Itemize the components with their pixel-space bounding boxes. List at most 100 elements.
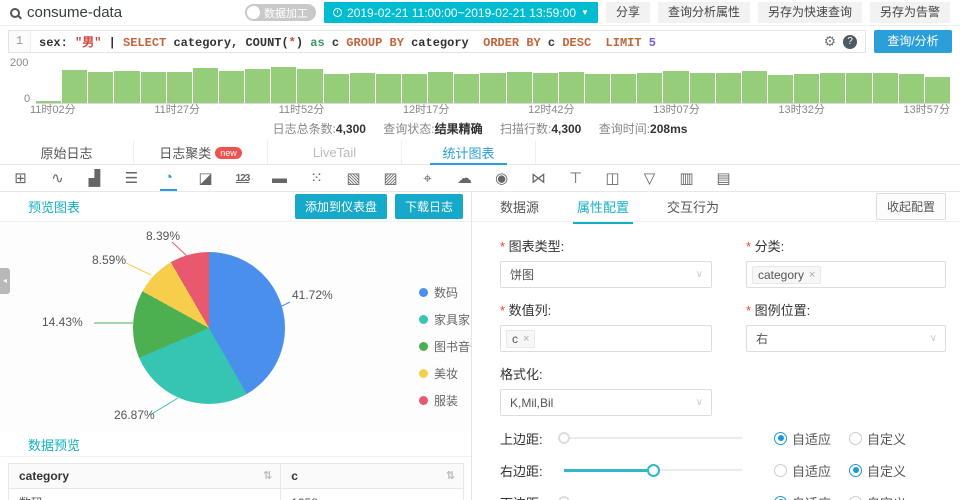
add-to-dashboard-button[interactable]: 添加到仪表盘	[294, 194, 387, 219]
heat-map-icon[interactable]: ▨	[382, 167, 399, 190]
histogram-bar[interactable]	[924, 77, 950, 103]
pin-map-icon[interactable]: ⌖	[419, 167, 436, 190]
column-header-category[interactable]: category ⇅	[7, 463, 282, 489]
column-header-c[interactable]: c ⇅	[280, 463, 464, 489]
histogram-chart-icon[interactable]: ▥	[678, 167, 695, 190]
column-chart-icon[interactable]: ▟	[86, 167, 103, 190]
margin-right-slider[interactable]	[564, 463, 742, 477]
histogram-bar[interactable]	[584, 74, 611, 103]
radio-auto[interactable]: 自适应	[774, 493, 831, 500]
word-cloud-icon[interactable]: ◉	[493, 167, 510, 190]
sankey-icon[interactable]: ⋈	[530, 167, 547, 190]
sort-icon[interactable]: ⇅	[263, 469, 272, 482]
histogram-bar[interactable]	[663, 71, 689, 103]
slider-handle[interactable]	[558, 432, 570, 444]
progress-bar-icon[interactable]: ▬	[271, 167, 288, 190]
line-chart-icon[interactable]: ∿	[49, 167, 66, 190]
query-attr-button[interactable]: 查询分析属性	[657, 2, 750, 23]
gear-icon[interactable]: ⚙	[823, 33, 836, 50]
legend-item[interactable]: 图书音像	[419, 338, 471, 355]
legend-item[interactable]: 数码	[419, 284, 471, 301]
radio-custom[interactable]: 自定义	[849, 493, 906, 500]
histogram-bar[interactable]	[611, 73, 637, 103]
histogram-bar[interactable]	[428, 71, 454, 103]
value-column-field[interactable]: c ×	[500, 325, 712, 352]
china-map-icon[interactable]: ▧	[345, 167, 362, 190]
bar-chart-icon[interactable]: ☰	[123, 167, 140, 190]
histogram-bar[interactable]	[846, 72, 872, 103]
treemap-icon[interactable]: ◫	[604, 167, 621, 190]
histogram-bar[interactable]	[506, 71, 532, 103]
amap-icon[interactable]: ☁	[456, 167, 473, 190]
save-alert-button[interactable]: 另存为告警	[869, 2, 950, 23]
data-transform-toggle[interactable]: 数据加工	[245, 4, 317, 21]
histogram-bar[interactable]	[715, 72, 741, 103]
tab-statistics-chart[interactable]: 统计图表	[402, 141, 536, 165]
histogram-bar[interactable]	[114, 71, 140, 103]
histogram-bar[interactable]	[375, 73, 401, 103]
histogram-bar[interactable]	[794, 74, 820, 103]
histogram-bar[interactable]	[689, 73, 715, 103]
histogram-bar[interactable]	[558, 72, 584, 103]
histogram-bar[interactable]	[88, 72, 114, 103]
radio-auto[interactable]: 自适应	[774, 461, 831, 480]
collapse-left-panel-handle[interactable]: ◂	[0, 268, 10, 294]
histogram-bar[interactable]	[166, 72, 192, 103]
area-chart-icon[interactable]: ◪	[197, 167, 214, 190]
query-editor[interactable]: 1 sex: "男" | SELECT category, COUNT(*) a…	[8, 30, 866, 53]
histogram-bar[interactable]	[245, 69, 271, 103]
histogram-bar[interactable]	[767, 74, 794, 103]
tab-interaction[interactable]: 交互行为	[667, 197, 719, 216]
histogram-bar[interactable]	[480, 73, 506, 103]
pie-chart-icon[interactable]: ◔	[160, 166, 177, 191]
histogram-bar[interactable]	[323, 74, 349, 103]
sort-icon[interactable]: ⇅	[446, 469, 455, 482]
scatter-chart-icon[interactable]: ⁙	[308, 167, 325, 190]
category-field[interactable]: category ×	[746, 261, 946, 288]
legend-item[interactable]: 服装	[419, 392, 471, 409]
download-log-button[interactable]: 下载日志	[394, 194, 463, 219]
tab-data-source[interactable]: 数据源	[500, 197, 539, 216]
histogram-bar[interactable]	[218, 71, 245, 103]
histogram-bar[interactable]	[297, 69, 323, 103]
radio-custom[interactable]: 自定义	[849, 461, 906, 480]
histogram-bar[interactable]	[454, 74, 480, 103]
legend-item[interactable]: 家具家电	[419, 311, 471, 328]
histogram-bar[interactable]	[140, 72, 166, 103]
tab-log-cluster[interactable]: 日志聚类 new	[134, 141, 268, 164]
margin-bottom-slider[interactable]	[558, 495, 742, 500]
radio-auto[interactable]: 自适应	[774, 429, 831, 448]
histogram-bar[interactable]	[192, 68, 218, 103]
single-value-icon[interactable]: 123	[234, 167, 251, 190]
remove-tag-icon[interactable]: ×	[523, 333, 529, 345]
dense-bars-icon[interactable]: ▤	[715, 167, 732, 190]
legend-position-select[interactable]: 右 ∨	[746, 325, 946, 352]
histogram-bar[interactable]	[271, 67, 297, 103]
histogram-bar[interactable]	[349, 73, 375, 103]
slider-handle[interactable]	[647, 464, 660, 477]
search-analyze-button[interactable]: 查询/分析	[874, 30, 952, 53]
slider-handle[interactable]	[558, 496, 570, 500]
histogram-bar[interactable]	[637, 73, 663, 103]
share-button[interactable]: 分享	[605, 2, 650, 23]
margin-top-slider[interactable]	[558, 431, 742, 445]
histogram-bar[interactable]	[820, 73, 846, 103]
histogram-bar[interactable]	[532, 72, 558, 103]
histogram-bar[interactable]	[741, 70, 767, 103]
save-quick-query-button[interactable]: 另存为快速查询	[757, 2, 862, 23]
tab-livetail[interactable]: LiveTail	[268, 141, 402, 164]
help-icon[interactable]: ?	[843, 34, 857, 49]
legend-item[interactable]: 美妆	[419, 365, 471, 382]
query-input[interactable]: sex: "男" | SELECT category, COUNT(*) as …	[31, 33, 815, 50]
tab-properties[interactable]: 属性配置	[573, 197, 634, 224]
collapse-config-button[interactable]: 收起配置	[875, 193, 946, 220]
format-select[interactable]: K,Mil,Bil ∨	[500, 389, 712, 416]
radio-custom[interactable]: 自定义	[849, 429, 906, 448]
histogram-bar[interactable]	[62, 70, 88, 103]
tab-raw-logs[interactable]: 原始日志	[0, 141, 134, 164]
histogram-bar[interactable]	[898, 73, 924, 103]
remove-tag-icon[interactable]: ×	[809, 269, 815, 281]
histogram-bar[interactable]	[872, 73, 898, 103]
pie-chart[interactable]	[133, 252, 285, 404]
table-icon[interactable]: ⊞	[12, 167, 29, 190]
